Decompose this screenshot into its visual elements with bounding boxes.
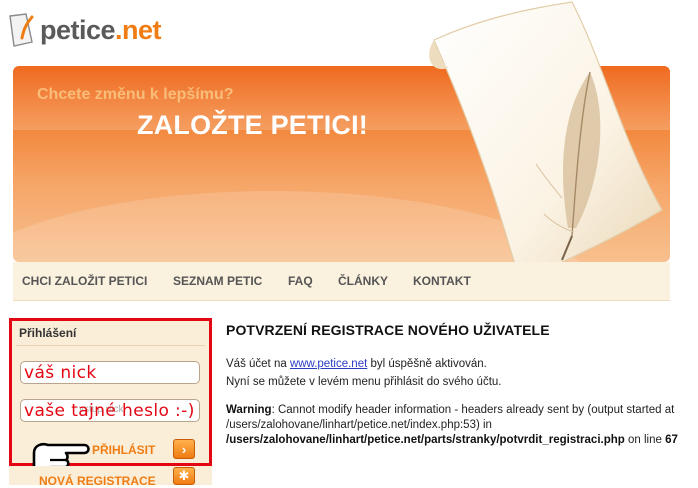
- site-logo[interactable]: petice.net: [6, 10, 162, 50]
- site-link[interactable]: www.petice.net: [290, 358, 367, 370]
- warning-path: /users/zalohovane/linhart/petice.net/par…: [226, 434, 625, 446]
- login-button-label[interactable]: PŘIHLÁSIT: [92, 443, 155, 457]
- activation-message: Váš účet na www.petice.net byl úspěšně a…: [226, 355, 686, 373]
- register-button[interactable]: ✱: [173, 467, 195, 485]
- nav-item-faq[interactable]: FAQ: [288, 274, 313, 288]
- register-link[interactable]: NOVÁ REGISTRACE: [39, 474, 156, 488]
- nav-item-petition-list[interactable]: SEZNAM PETIC: [173, 274, 262, 288]
- login-button[interactable]: ›: [173, 439, 195, 459]
- activation-text-post: byl úspěšně aktivován.: [367, 358, 487, 370]
- plus-icon: ✱: [178, 468, 190, 483]
- banner-title[interactable]: ZALOŽTE PETICI!: [137, 110, 368, 141]
- warning-text-line: on line: [624, 434, 666, 446]
- register-panel: NOVÁ REGISTRACE ✱: [9, 466, 212, 488]
- logo-text: petice.net: [40, 14, 162, 45]
- page-heading: POTVRZENÍ REGISTRACE NOVÉHO UŽIVATELE: [226, 322, 550, 338]
- password-input[interactable]: vstup nick vaše tajné heslo :-): [20, 399, 200, 422]
- arrow-right-icon: ›: [181, 441, 187, 457]
- banner-subtitle: Chcete změnu k lepšímu?: [37, 86, 234, 103]
- divider: [16, 345, 205, 346]
- login-title: Přihlášení: [19, 326, 77, 340]
- warning-label: Warning: [226, 404, 272, 416]
- password-annotation: vaše tajné heslo :-): [24, 401, 195, 421]
- main-content: POTVRZENÍ REGISTRACE NOVÉHO UŽIVATELE Vá…: [226, 322, 686, 448]
- main-nav: CHCI ZALOŽIT PETICI SEZNAM PETIC FAQ ČLÁ…: [13, 262, 670, 301]
- nav-item-articles[interactable]: ČLÁNKY: [338, 274, 388, 288]
- logo-paper-icon: [6, 12, 36, 48]
- paper-quill-illustration: [429, 1, 663, 291]
- nick-input[interactable]: váš nick: [20, 361, 200, 384]
- php-warning: Warning: Cannot modify header informatio…: [226, 403, 686, 448]
- warning-text: : Cannot modify header information - hea…: [226, 404, 675, 431]
- login-instruction: Nyní se můžete v levém menu přihlásit do…: [226, 376, 502, 388]
- nav-item-contact[interactable]: KONTAKT: [413, 274, 471, 288]
- warning-line-number: 67: [665, 434, 678, 446]
- nav-item-create-petition[interactable]: CHCI ZALOŽIT PETICI: [22, 274, 147, 288]
- activation-text-pre: Váš účet na: [226, 358, 290, 370]
- nick-annotation: váš nick: [24, 363, 97, 383]
